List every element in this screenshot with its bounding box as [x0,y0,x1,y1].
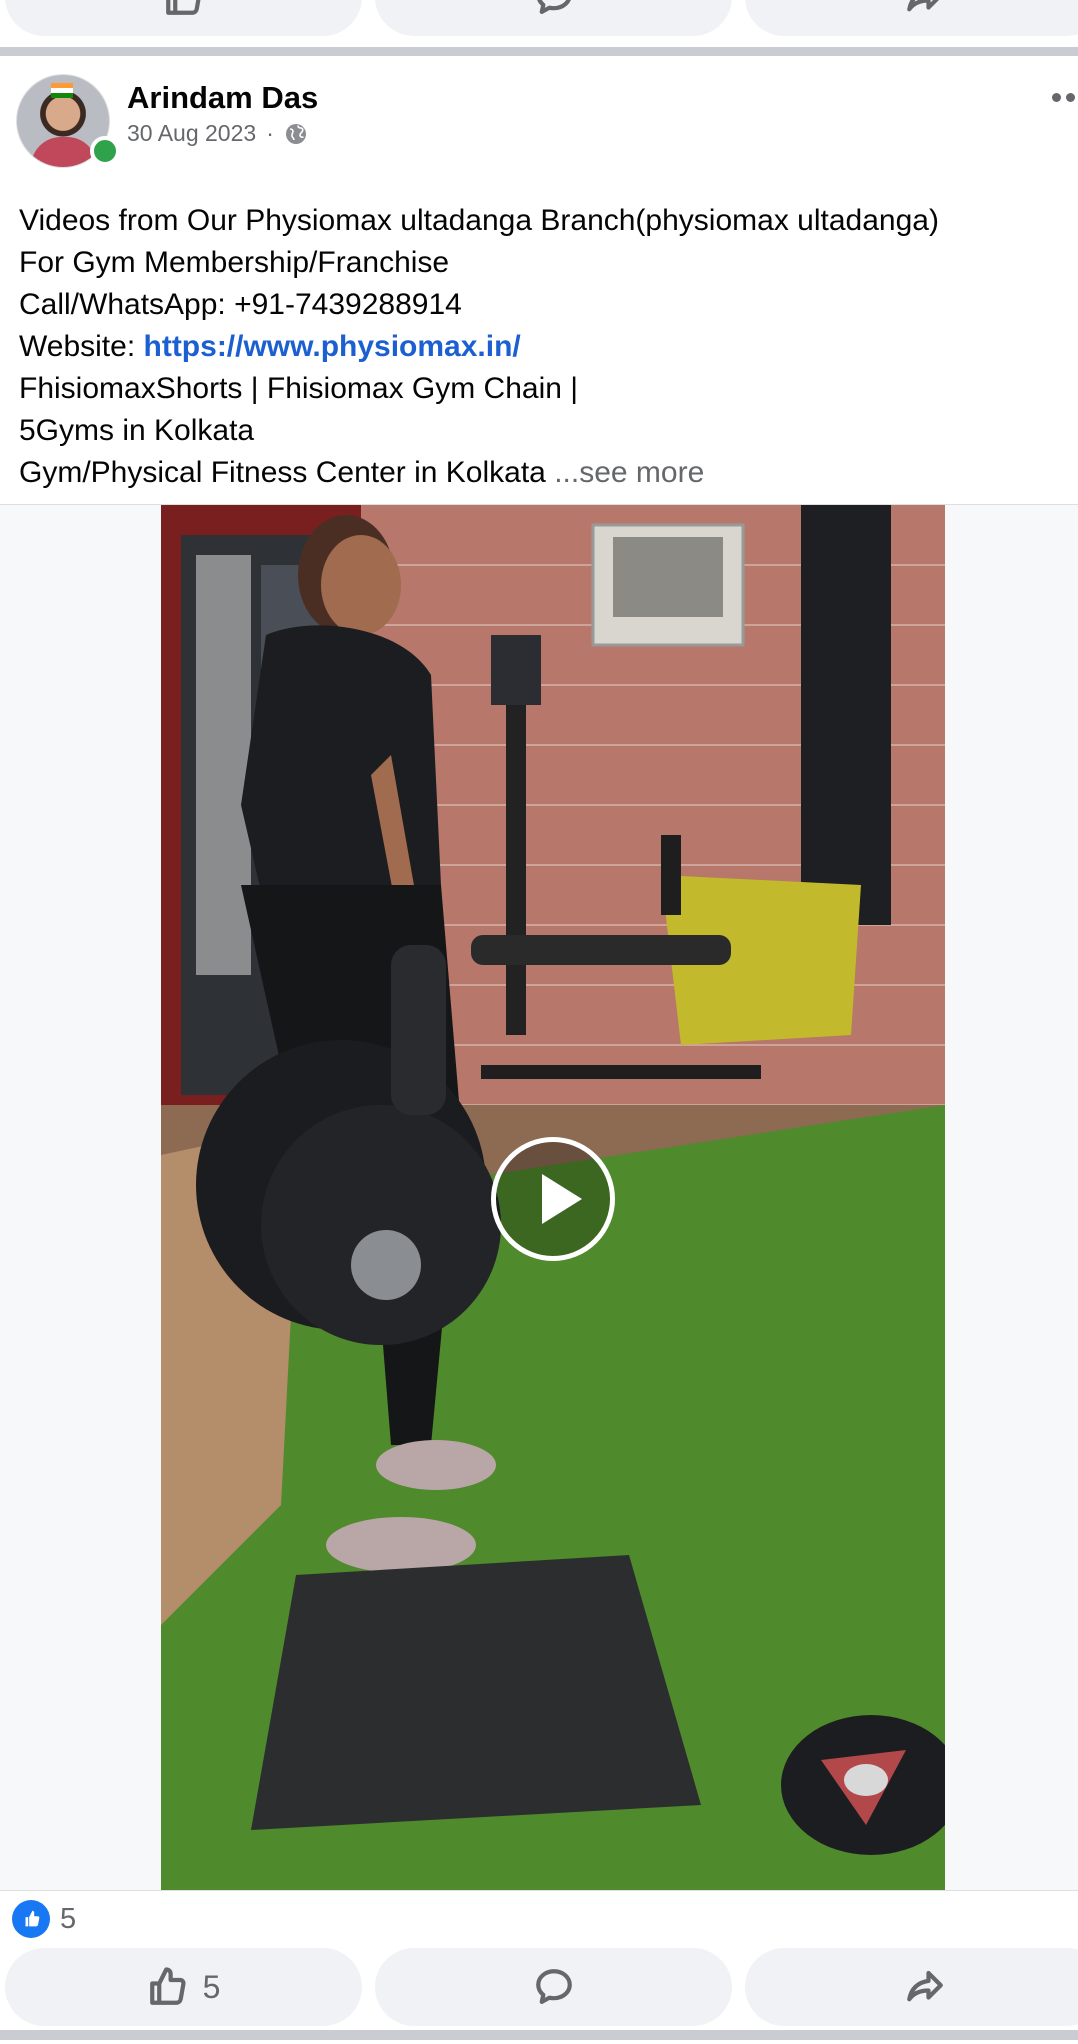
globe-icon[interactable] [284,122,308,146]
play-icon[interactable] [491,1137,615,1261]
post-line-1: Videos from Our Physiomax ultadanga Bran… [19,204,939,237]
previous-like-button[interactable] [5,0,362,36]
post-line-7: Gym/Physical Fitness Center in Kolkata .… [19,452,1069,494]
share-button[interactable] [745,1948,1078,2026]
online-status-icon [90,136,120,166]
post-date[interactable]: 30 Aug 2023 [127,120,256,147]
comment-icon [535,1969,572,2004]
author-name[interactable]: Arindam Das [127,80,318,116]
post-meta: 30 Aug 2023 · [127,120,308,147]
previous-post-action-bar [0,0,1078,36]
see-more-link[interactable]: ...see more [554,456,704,489]
more-options-icon[interactable] [1052,93,1078,102]
previous-comment-button[interactable] [375,0,732,36]
thumbs-up-icon [149,1967,186,2005]
post-line-3: Call/WhatsApp: +91-7439288914 [19,288,462,321]
comment-icon [536,0,571,14]
website-label: Website: [19,330,144,363]
website-line: Website: https://www.physiomax.in/ [19,326,1069,368]
like-button-count: 5 [202,1968,221,2005]
share-icon [907,0,939,12]
meta-separator: · [266,120,274,146]
india-flag-icon [51,83,73,98]
previous-share-button[interactable] [745,0,1078,36]
post-line-5: FhisiomaxShorts | Fhisiomax Gym Chain | [19,372,579,405]
reaction-summary[interactable]: 5 [12,1900,76,1938]
post-action-bar: 5 [0,1948,1078,2026]
author-avatar[interactable] [16,74,120,168]
last-line-text: Gym/Physical Fitness Center in Kolkata [19,456,555,489]
like-reaction-icon [12,1900,50,1938]
post-separator-bottom [0,2030,1078,2040]
comment-button[interactable] [375,1948,732,2026]
post-separator [0,47,1078,56]
reaction-count: 5 [60,1902,77,1935]
post-text: Videos from Our Physiomax ultadanga Bran… [19,200,1069,494]
website-link[interactable]: https://www.physiomax.in/ [144,330,521,363]
post-line-6: 5Gyms in Kolkata [19,414,255,447]
post-line-2: For Gym Membership/Franchise [19,246,450,279]
like-button[interactable]: 5 [5,1948,362,2026]
share-icon [907,1970,943,2002]
thumbs-up-icon [165,0,200,15]
